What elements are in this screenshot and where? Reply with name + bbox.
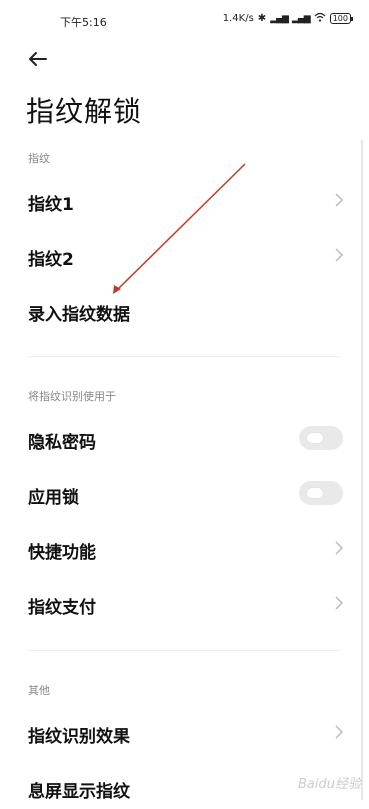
battery-icon: 100 <box>329 13 354 24</box>
list-item-label: 录入指纹数据 <box>28 305 130 325</box>
toggle-knob <box>307 488 323 498</box>
list-item-recognition-effect[interactable]: 指纹识别效果 <box>0 710 369 754</box>
section-divider <box>28 356 340 357</box>
net-speed: 1.4K/s <box>222 13 254 24</box>
status-time: 下午5:16 <box>60 16 107 29</box>
list-item-label: 指纹1 <box>28 195 74 215</box>
list-item-label: 指纹识别效果 <box>28 727 130 747</box>
chevron-right-icon <box>335 193 344 207</box>
chevron-right-icon <box>335 248 344 262</box>
list-item-fingerprint-2[interactable]: 指纹2 <box>0 233 369 277</box>
list-item-label: 快捷功能 <box>28 543 96 563</box>
chevron-right-icon <box>335 541 344 555</box>
chevron-right-icon <box>335 596 344 610</box>
privacy-password-toggle[interactable] <box>299 426 343 450</box>
section-divider <box>28 650 340 651</box>
list-item-privacy-password[interactable]: 隐私密码 <box>0 416 369 460</box>
section-label-other: 其他 <box>28 684 50 697</box>
list-item-app-lock[interactable]: 应用锁 <box>0 471 369 515</box>
list-item-enroll-fingerprint[interactable]: 录入指纹数据 <box>0 288 369 332</box>
list-item-label: 指纹支付 <box>28 598 96 618</box>
signal-icon: ▂▄▆ <box>291 13 311 24</box>
section-label-fingerprint: 指纹 <box>28 152 50 165</box>
list-item-label: 息屏显示指纹 <box>28 782 130 802</box>
status-bar: 下午5:16 1.4K/s ✱ ▂▄▆ ▂▄▆ 100 <box>0 0 369 40</box>
list-item-label: 应用锁 <box>28 488 79 508</box>
list-item-shortcuts[interactable]: 快捷功能 <box>0 526 369 570</box>
page-title: 指纹解锁 <box>26 95 143 128</box>
list-item-label: 指纹2 <box>28 250 74 270</box>
wifi-icon <box>314 12 326 25</box>
bluetooth-icon: ✱ <box>257 13 267 24</box>
section-label-usage: 将指纹识别使用于 <box>28 390 116 403</box>
status-icons: 1.4K/s ✱ ▂▄▆ ▂▄▆ 100 <box>222 12 354 25</box>
toggle-knob <box>307 433 323 443</box>
app-lock-toggle[interactable] <box>299 481 343 505</box>
watermark: Baidu经验 <box>298 777 361 792</box>
list-item-label: 隐私密码 <box>28 433 96 453</box>
chevron-right-icon <box>335 725 344 739</box>
list-item-fingerprint-1[interactable]: 指纹1 <box>0 178 369 222</box>
list-item-fingerprint-payment[interactable]: 指纹支付 <box>0 581 369 625</box>
back-arrow-icon[interactable] <box>24 45 52 73</box>
signal-icon: ▂▄▆ <box>270 13 289 24</box>
